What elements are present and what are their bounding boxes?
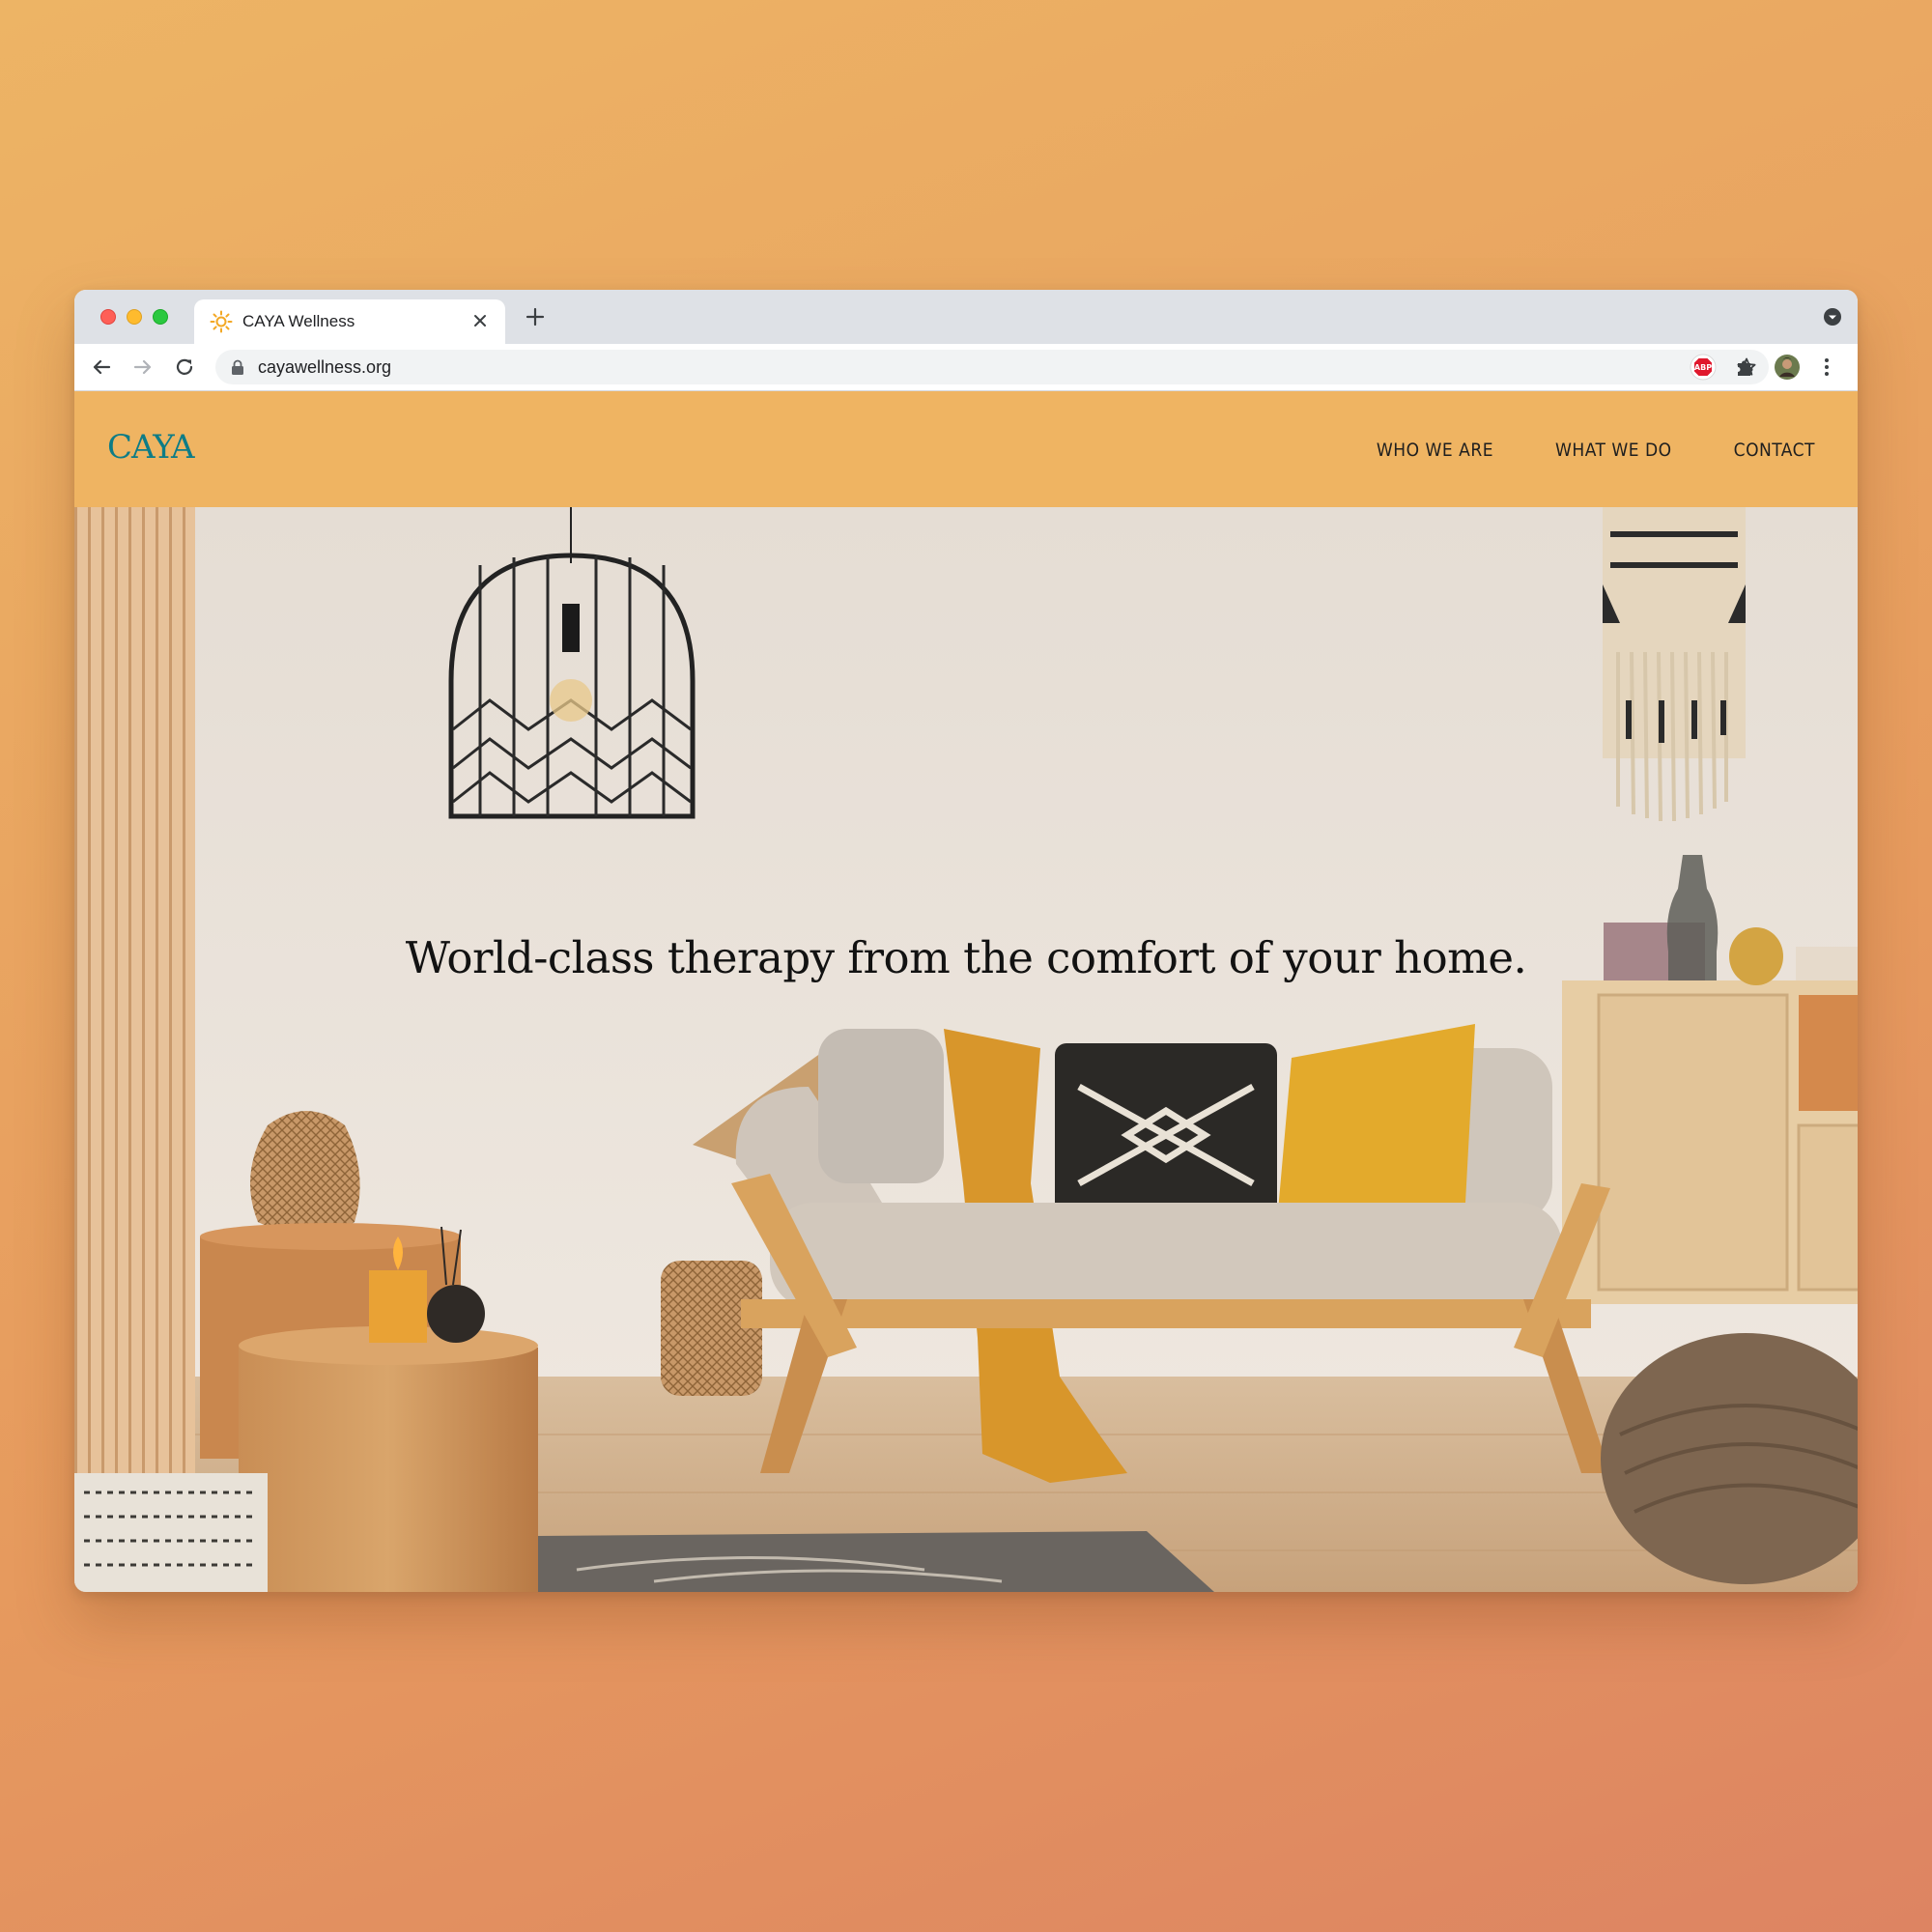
hero-section: World-class therapy from the comfort of …	[74, 507, 1858, 1592]
nav-what-we-do[interactable]: WHAT WE DO	[1555, 440, 1672, 461]
close-tab-icon[interactable]	[467, 307, 494, 334]
hero-living-room-image	[74, 507, 1858, 1592]
forward-arrow-icon[interactable]	[129, 354, 156, 381]
caya-logo[interactable]: CAYA	[107, 428, 195, 467]
tab-title: CAYA Wellness	[242, 312, 355, 330]
new-tab-icon[interactable]	[522, 303, 549, 330]
tab-search-icon[interactable]	[1823, 307, 1842, 327]
nav-who-we-are[interactable]: WHO WE ARE	[1377, 440, 1493, 461]
maximize-window-button[interactable]	[153, 309, 168, 325]
site-header: CAYA WHO WE ARE WHAT WE DO CONTACT	[74, 391, 1858, 507]
tab-strip: CAYA Wellness	[74, 290, 1858, 344]
adblock-label: ABP	[1694, 363, 1712, 372]
minimize-window-button[interactable]	[127, 309, 142, 325]
browser-window: CAYA Wellness cayawellness.org ABP CAYA …	[74, 290, 1858, 1592]
address-bar[interactable]: cayawellness.org	[215, 350, 1769, 384]
profile-avatar[interactable]	[1774, 354, 1801, 381]
browser-menu-icon[interactable]	[1813, 354, 1840, 381]
nav-contact[interactable]: CONTACT	[1734, 440, 1815, 461]
lock-icon[interactable]	[231, 359, 244, 375]
adblock-plus-icon[interactable]: ABP	[1690, 354, 1717, 381]
hero-headline: World-class therapy from the comfort of …	[405, 932, 1527, 983]
url-text[interactable]: cayawellness.org	[258, 357, 391, 378]
back-arrow-icon[interactable]	[88, 354, 115, 381]
sun-icon	[210, 310, 233, 333]
reload-icon[interactable]	[171, 354, 198, 381]
tab-active[interactable]: CAYA Wellness	[194, 299, 505, 344]
webpage: CAYA WHO WE ARE WHAT WE DO CONTACT World…	[74, 391, 1858, 1592]
puzzle-extensions-icon[interactable]	[1732, 354, 1759, 381]
browser-toolbar: cayawellness.org ABP	[74, 344, 1858, 391]
main-nav: WHO WE ARE WHAT WE DO CONTACT	[1377, 440, 1815, 461]
close-window-button[interactable]	[100, 309, 116, 325]
